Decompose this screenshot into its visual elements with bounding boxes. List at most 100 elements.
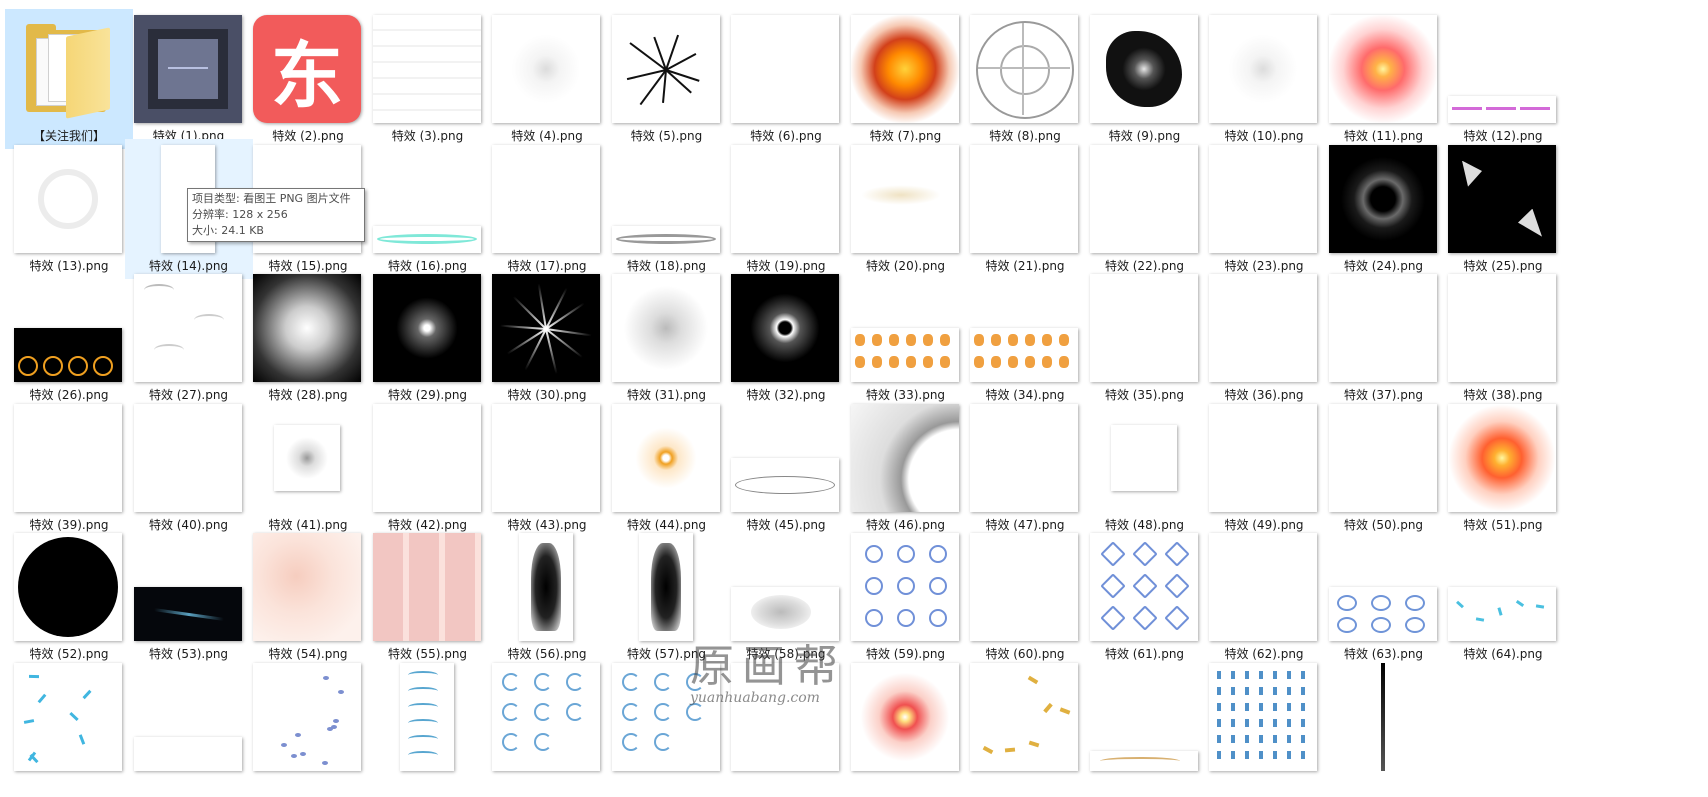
file-item[interactable]: 特效 (23).png: [1200, 139, 1328, 279]
thumbnail-image: [253, 663, 361, 771]
thumbnail-image: [133, 15, 242, 123]
file-item[interactable]: 特效 (20).png: [842, 139, 970, 279]
file-item[interactable]: 特效 (64).png: [1439, 527, 1567, 667]
file-item[interactable]: 特效 (17).png: [483, 139, 611, 279]
file-item[interactable]: 特效 (13).png: [5, 139, 133, 279]
file-item[interactable]: 特效 (40).png: [125, 398, 253, 538]
file-item[interactable]: [722, 657, 850, 797]
file-item[interactable]: [603, 657, 731, 797]
thumbnail-image: [519, 533, 573, 642]
file-item[interactable]: 特效 (57).png: [603, 527, 731, 667]
file-item[interactable]: 特效 (45).png: [722, 398, 850, 538]
file-item[interactable]: 特效 (4).png: [483, 9, 611, 149]
thumbnail-image: [1089, 15, 1198, 123]
thumbnail-image: [253, 533, 361, 642]
file-item[interactable]: 特效 (49).png: [1200, 398, 1328, 538]
file-item[interactable]: 特效 (62).png: [1200, 527, 1328, 667]
file-item[interactable]: 特效 (10).png: [1200, 9, 1328, 149]
thumbnail-image: [1209, 533, 1317, 642]
file-item[interactable]: 特效 (26).png: [5, 268, 133, 408]
thumbnail-image: [1089, 751, 1198, 771]
thumbnail-image: [731, 457, 839, 512]
file-item[interactable]: 特效 (24).png: [1320, 139, 1448, 279]
file-item[interactable]: [483, 657, 611, 797]
file-item[interactable]: 特效 (38).png: [1439, 268, 1567, 408]
file-item[interactable]: 特效 (30).png: [483, 268, 611, 408]
file-item[interactable]: [125, 657, 253, 797]
file-item[interactable]: 特效 (36).png: [1200, 268, 1328, 408]
file-item[interactable]: 特效 (58).png: [722, 527, 850, 667]
file-item[interactable]: 特效 (43).png: [483, 398, 611, 538]
file-item[interactable]: 特效 (3).png: [364, 9, 492, 149]
file-item[interactable]: 特效 (44).png: [603, 398, 731, 538]
file-item[interactable]: 特效 (37).png: [1320, 268, 1448, 408]
thumbnail-image: [399, 663, 454, 771]
file-item[interactable]: 特效 (18).png: [603, 139, 731, 279]
file-item[interactable]: 特效 (21).png: [961, 139, 1089, 279]
file-item[interactable]: [961, 657, 1089, 797]
file-item[interactable]: 特效 (52).png: [5, 527, 133, 667]
file-item[interactable]: 特效 (48).png: [1081, 398, 1209, 538]
file-item[interactable]: 特效 (54).png: [244, 527, 372, 667]
file-item[interactable]: 特效 (25).png: [1439, 139, 1567, 279]
file-item[interactable]: 特效 (42).png: [364, 398, 492, 538]
thumbnail-image: [1089, 533, 1198, 642]
file-item[interactable]: [244, 657, 372, 797]
file-item[interactable]: 特效 (47).png: [961, 398, 1089, 538]
file-item[interactable]: 特效 (53).png: [125, 527, 253, 667]
file-item[interactable]: 特效 (6).png: [722, 9, 850, 149]
thumbnail-image: [611, 225, 720, 253]
file-item[interactable]: [1320, 657, 1448, 797]
file-item[interactable]: 特效 (5).png: [603, 9, 731, 149]
file-item[interactable]: 特效 (32).png: [722, 268, 850, 408]
file-item[interactable]: 特效 (56).png: [483, 527, 611, 667]
file-item[interactable]: 特效 (1).png: [125, 9, 253, 149]
file-item[interactable]: 特效 (19).png: [722, 139, 850, 279]
file-item[interactable]: 特效 (46).png: [842, 398, 970, 538]
file-item[interactable]: 特效 (39).png: [5, 398, 133, 538]
file-item[interactable]: 特效 (31).png: [603, 268, 731, 408]
file-item[interactable]: [1081, 657, 1209, 797]
file-item[interactable]: [842, 657, 970, 797]
file-item[interactable]: 特效 (51).png: [1439, 398, 1567, 538]
file-item[interactable]: 特效 (16).png: [364, 139, 492, 279]
file-label: 特效 (64).png: [1463, 647, 1543, 662]
file-item[interactable]: 特效 (35).png: [1081, 268, 1209, 408]
file-item[interactable]: 特效 (27).png: [125, 268, 253, 408]
file-item[interactable]: 特效 (60).png: [961, 527, 1089, 667]
file-item[interactable]: 特效 (50).png: [1320, 398, 1448, 538]
file-item[interactable]: 特效 (55).png: [364, 527, 492, 667]
thumbnail-image: [133, 587, 242, 642]
folder-item[interactable]: 【关注我们】: [5, 9, 133, 149]
file-item[interactable]: 特效 (61).png: [1081, 527, 1209, 667]
thumbnail-image: [731, 274, 839, 383]
file-item[interactable]: 东特效 (2).png: [244, 9, 372, 149]
thumbnail-image: [611, 663, 720, 771]
file-item[interactable]: 特效 (34).png: [961, 268, 1089, 408]
file-item[interactable]: 特效 (12).png: [1439, 9, 1567, 149]
file-item[interactable]: 特效 (28).png: [244, 268, 372, 408]
thumbnail-image: [1328, 144, 1437, 253]
file-item[interactable]: 特效 (7).png: [842, 9, 970, 149]
file-item[interactable]: 特效 (59).png: [842, 527, 970, 667]
thumbnail-image: [970, 403, 1078, 512]
file-item[interactable]: 特效 (29).png: [364, 268, 492, 408]
file-item[interactable]: 特效 (11).png: [1320, 9, 1448, 149]
thumbnail-image: [1380, 663, 1385, 771]
file-item[interactable]: 特效 (9).png: [1081, 9, 1209, 149]
file-item[interactable]: [364, 657, 492, 797]
file-item[interactable]: 特效 (22).png: [1081, 139, 1209, 279]
thumbnail-image: [14, 144, 122, 253]
file-item[interactable]: 特效 (63).png: [1320, 527, 1448, 667]
thumbnail-image: [1448, 587, 1556, 642]
file-item[interactable]: 特效 (41).png: [244, 398, 372, 538]
thumbnail-image: [1328, 403, 1437, 512]
file-item[interactable]: [5, 657, 133, 797]
thumbnail-image: [1328, 587, 1437, 642]
file-item[interactable]: 特效 (8).png: [961, 9, 1089, 149]
thumbnail-image: [970, 328, 1078, 383]
thumbnail-image: [1089, 144, 1198, 253]
file-item[interactable]: [1200, 657, 1328, 797]
file-item[interactable]: 特效 (33).png: [842, 268, 970, 408]
thumbnail-image: [731, 144, 839, 253]
